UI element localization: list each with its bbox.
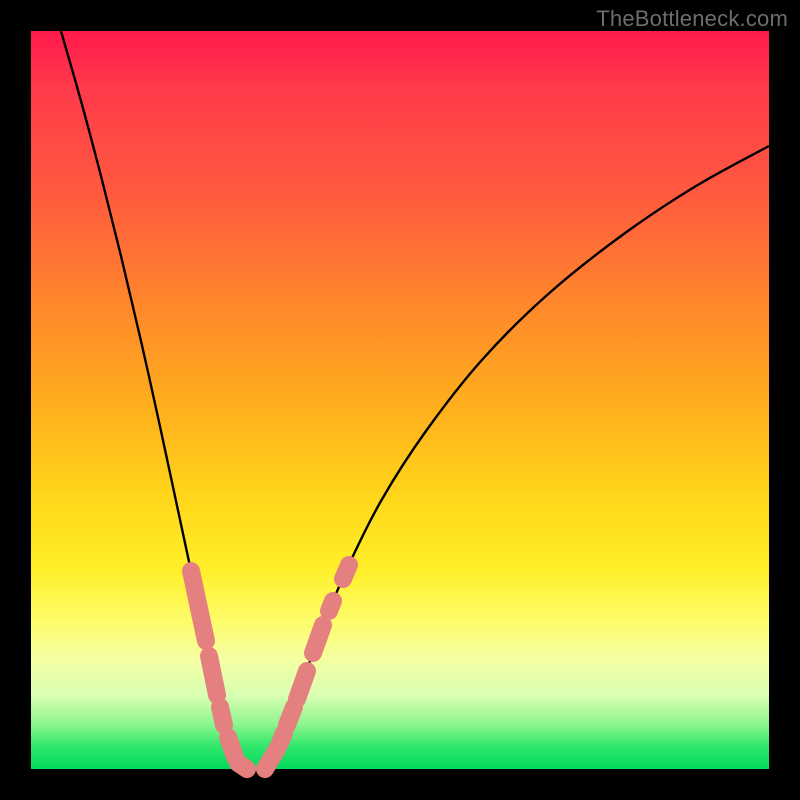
bead-segment — [313, 625, 323, 653]
bead-segment — [329, 601, 333, 611]
bead-segment — [265, 749, 277, 769]
bead-segment — [228, 737, 235, 757]
bead-segment — [297, 671, 307, 699]
chart-frame: TheBottleneck.com — [0, 0, 800, 800]
curve-layer — [31, 31, 769, 769]
bead-segment — [280, 733, 284, 743]
bead-segment — [343, 565, 349, 579]
bead-segment — [209, 656, 217, 695]
bead-segment — [220, 707, 224, 725]
watermark-text: TheBottleneck.com — [596, 6, 788, 32]
curve-right-curve — [266, 146, 769, 769]
bead-segment — [191, 571, 206, 641]
bead-segment — [238, 763, 247, 769]
plot-area — [31, 31, 769, 769]
bead-segment — [287, 707, 294, 725]
